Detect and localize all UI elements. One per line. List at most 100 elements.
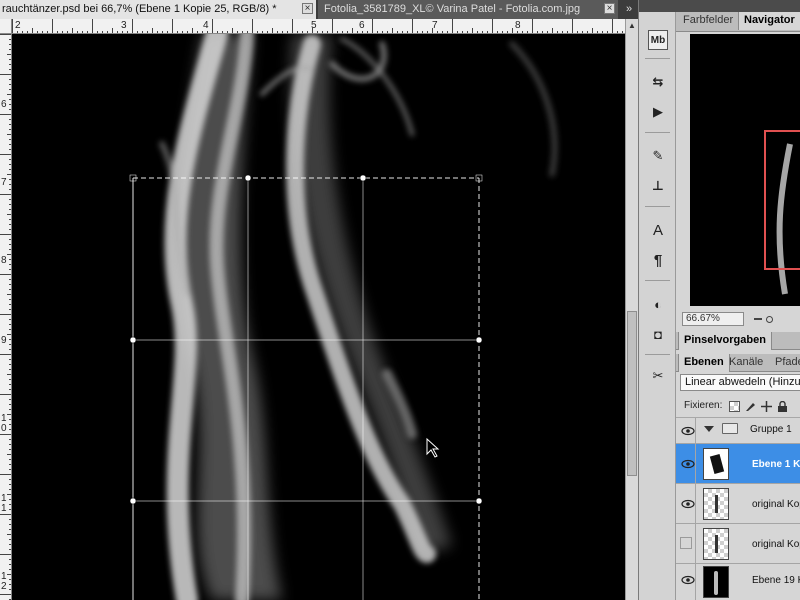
panel-dock: Farbfelder Navigator 66.67% Pinselvorgab… (676, 0, 800, 600)
close-tab-icon[interactable]: × (604, 3, 615, 14)
visibility-cell[interactable] (676, 524, 696, 563)
hidden-visibility-box (680, 537, 692, 549)
visibility-cell[interactable] (676, 564, 696, 600)
layer-row[interactable]: original Kopie 2 (676, 524, 800, 564)
layer-name: original Kopie (752, 499, 800, 510)
dock-separator (645, 354, 670, 355)
lock-row: Fixieren: (676, 396, 800, 418)
document-tab-label: Fotolia_3581789_XL© Varina Patel - Fotol… (324, 3, 581, 15)
visibility-cell[interactable] (676, 484, 696, 523)
ruler-label: 3 (121, 20, 127, 31)
zoom-out-icon[interactable] (754, 316, 773, 323)
blend-mode-select[interactable]: Linear abwedeln (Hinzufügen) (680, 374, 800, 391)
layer-thumbnail (703, 488, 729, 520)
eye-icon (681, 459, 695, 469)
eye-icon (681, 575, 695, 585)
ruler-label: 7 (432, 20, 438, 31)
layer-row[interactable]: Ebene 19 Kopie (676, 564, 800, 600)
canvas-artwork (129, 34, 558, 600)
document-tab-bar: rauchtänzer.psd bei 66,7% (Ebene 1 Kopie… (0, 0, 638, 19)
ruler-ticks (0, 34, 11, 600)
ruler-label: 10 (1, 413, 7, 434)
dock-separator (645, 206, 670, 207)
ruler-ticks (12, 19, 623, 33)
document-tab-inactive[interactable]: Fotolia_3581789_XL© Varina Patel - Fotol… (318, 0, 618, 19)
scroll-up-icon[interactable]: ▲ (626, 19, 638, 33)
ruler-label: 4 (203, 20, 209, 31)
folder-icon (722, 423, 738, 434)
paragraph-icon[interactable]: ¶ (648, 250, 668, 270)
document-canvas[interactable] (12, 34, 625, 600)
layers-panel-tabs: Ebenen Kanäle Pfade (676, 354, 800, 372)
masks-icon[interactable]: ◘ (648, 324, 668, 344)
mini-bridge-icon[interactable]: Mb (648, 30, 668, 50)
ruler-label: 8 (1, 255, 7, 266)
layer-row[interactable]: original Kopie (676, 484, 800, 524)
adjustments-icon[interactable]: ◐ (648, 294, 668, 314)
blend-mode-row: Linear abwedeln (Hinzufügen) (676, 372, 800, 394)
tool-presets-icon[interactable]: ✂ (648, 366, 668, 386)
navigator-view-rectangle[interactable] (764, 130, 800, 270)
ruler-label: 9 (1, 335, 7, 346)
tab-pinselvorgaben[interactable]: Pinselvorgaben (678, 332, 772, 350)
horizontal-ruler[interactable]: 2 3 4 5 6 7 8 (12, 19, 625, 34)
tabs-overflow-icon[interactable]: » (620, 0, 638, 19)
document-tab-active[interactable]: rauchtänzer.psd bei 66,7% (Ebene 1 Kopie… (0, 0, 316, 19)
expand-triangle-icon[interactable] (704, 426, 714, 432)
tab-farbfelder[interactable]: Farbfelder (678, 12, 738, 30)
visibility-cell[interactable] (676, 444, 696, 483)
layer-group-row[interactable]: Gruppe 1 (676, 418, 800, 444)
layer-thumbnail (703, 528, 729, 560)
tab-kanaele[interactable]: Kanäle (724, 354, 768, 372)
layer-thumbnail (703, 566, 729, 598)
layer-name: original Kopie 2 (752, 539, 800, 550)
lock-position-icon[interactable] (761, 401, 772, 412)
mouse-cursor-icon (426, 437, 440, 458)
lock-pixels-icon[interactable] (745, 401, 756, 412)
dock-grip[interactable] (639, 0, 677, 12)
navigator-zoom-row: 66.67% (676, 310, 800, 328)
lock-label: Fixieren: (684, 400, 723, 411)
history-icon[interactable]: ⇆ (648, 72, 668, 92)
ruler-label: 2 (15, 20, 21, 31)
navigator-preview[interactable] (690, 34, 800, 306)
close-tab-icon[interactable]: × (302, 3, 313, 14)
document-tab-label: rauchtänzer.psd bei 66,7% (Ebene 1 Kopie… (2, 3, 277, 15)
ruler-label: 6 (359, 20, 365, 31)
ruler-label: 5 (311, 20, 317, 31)
brush-presets-icon[interactable]: ✎ (648, 146, 668, 166)
layer-name: Ebene 1 Kopie 25 (752, 459, 800, 470)
tab-pfade[interactable]: Pfade (770, 354, 800, 372)
group-name: Gruppe 1 (750, 424, 792, 435)
zoom-field[interactable]: 66.67% (682, 312, 744, 326)
ruler-label: 7 (1, 177, 7, 188)
panel-dock-titlebar[interactable] (676, 0, 800, 12)
navigator-panel-tabs: Farbfelder Navigator (676, 12, 800, 32)
ruler-label: 8 (515, 20, 521, 31)
brush-panel-tabs: Pinselvorgaben (676, 332, 800, 350)
eye-icon (681, 426, 695, 436)
layer-row[interactable]: Ebene 1 Kopie 25 (676, 444, 800, 484)
document-vertical-scrollbar[interactable]: ▲ (625, 19, 638, 600)
collapsed-panel-dock: Mb ⇆ ▶ ✎ ⊥ A ¶ ◐ ◘ ✂ (638, 0, 677, 600)
dock-separator (645, 132, 670, 133)
clone-source-icon[interactable]: ⊥ (648, 176, 668, 196)
actions-icon[interactable]: ▶ (648, 102, 668, 122)
scrollbar-thumb[interactable] (627, 311, 637, 476)
ruler-label: 6 (1, 99, 7, 110)
lock-transparency-icon[interactable] (729, 401, 740, 412)
dock-separator (645, 280, 670, 281)
tab-ebenen[interactable]: Ebenen (678, 354, 730, 372)
visibility-cell[interactable] (676, 418, 696, 443)
layer-thumbnail (703, 448, 729, 480)
ruler-origin[interactable] (0, 19, 12, 34)
vertical-ruler[interactable]: 6 7 8 9 10 11 12 (0, 34, 12, 600)
eye-icon (681, 499, 695, 509)
tab-navigator[interactable]: Navigator (738, 12, 800, 30)
ruler-label: 12 (1, 571, 7, 592)
ruler-label: 11 (1, 493, 7, 514)
layer-name: Ebene 19 Kopie (752, 575, 800, 586)
character-icon[interactable]: A (648, 220, 668, 240)
dock-separator (645, 58, 670, 59)
lock-all-icon[interactable] (777, 400, 788, 412)
